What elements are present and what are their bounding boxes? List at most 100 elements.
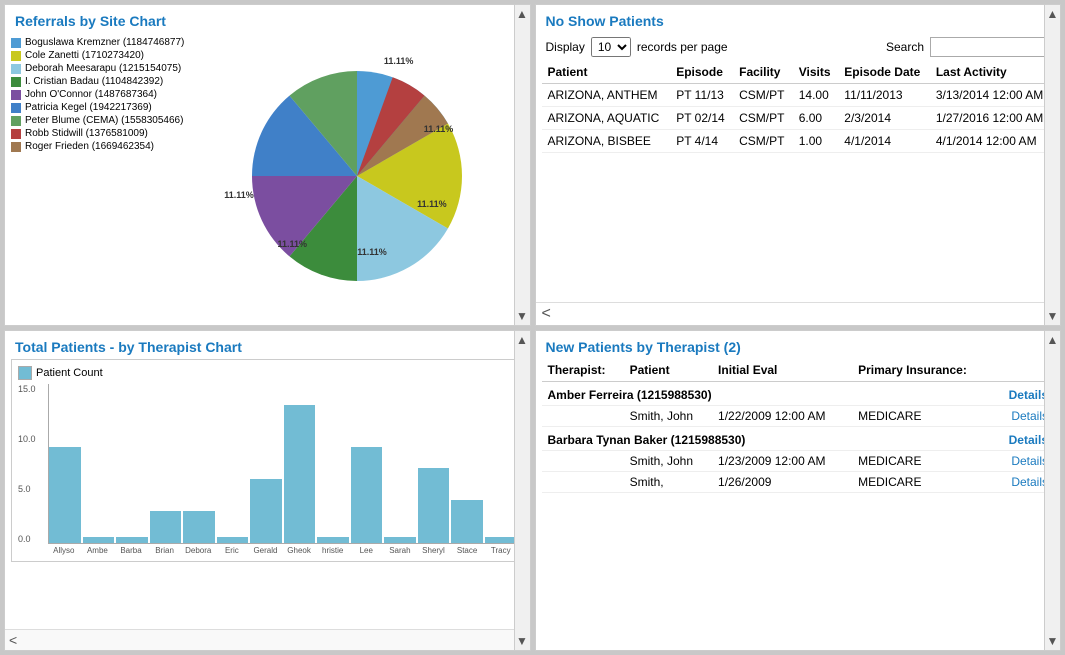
cell-patient: ARIZONA, ANTHEM: [542, 84, 671, 107]
pie-label-1: 11.11%: [384, 56, 414, 66]
cell-insurance: MEDICARE: [852, 405, 994, 426]
therapist-row: Barbara Tynan Baker (1215988530) Details: [542, 426, 1055, 450]
legend-color: [11, 103, 21, 113]
scroll-down-btn[interactable]: ▼: [516, 309, 528, 323]
x-label: Gheok: [283, 546, 315, 555]
patient-row: Smith, 1/26/2009 MEDICARE Details: [542, 471, 1055, 492]
search-input[interactable]: [930, 37, 1050, 57]
scroll-up-btn[interactable]: ▲: [1047, 333, 1059, 347]
search-label: Search: [886, 40, 924, 54]
cell-visits: 1.00: [793, 130, 839, 153]
cell-patient: ARIZONA, BISBEE: [542, 130, 671, 153]
no-show-controls: Display 10 25 50 records per page Search: [536, 33, 1061, 61]
new-patients-scroll[interactable]: Therapist: Patient Initial Eval Primary …: [536, 359, 1061, 651]
cell-insurance: MEDICARE: [852, 471, 994, 492]
x-label: Allyso: [48, 546, 80, 555]
cell-last-activity: 3/13/2014 12:00 AM: [930, 84, 1054, 107]
scroll-left-arrow[interactable]: <: [542, 305, 551, 323]
x-label: Debora: [182, 546, 214, 555]
bar: [250, 479, 282, 543]
main-container: Referrals by Site Chart Boguslawa Kremzn…: [0, 0, 1065, 655]
chart-scroll[interactable]: Patient Count 15.0 10.0 5.0 0.0: [5, 359, 530, 630]
pie-label-6: 11.11%: [224, 190, 254, 200]
no-show-scrollbar[interactable]: ▲ ▼: [1044, 5, 1060, 325]
col-initial-eval: Initial Eval: [712, 359, 852, 382]
therapist-row: Amber Ferreira (1215988530) Details: [542, 381, 1055, 405]
x-labels: AllysoAmbeBarbaBrianDeboraEricGeraldGheo…: [48, 546, 517, 555]
legend-label: I. Cristian Badau (1104842392): [25, 76, 163, 87]
bar: [317, 537, 349, 542]
x-label: Brian: [149, 546, 181, 555]
cell-visits: 14.00: [793, 84, 839, 107]
cell-initial-eval: 1/22/2009 12:00 AM: [712, 405, 852, 426]
pie-chart-wrapper: 11.11% 11.11% 11.11% 11.11% 11.11% 11.11…: [191, 33, 524, 319]
pie-label-3: 11.11%: [417, 199, 447, 209]
scroll-up-btn[interactable]: ▲: [1047, 7, 1059, 21]
therapist-name: Barbara Tynan Baker (1215988530): [542, 426, 853, 450]
referrals-scrollbar[interactable]: ▲ ▼: [514, 5, 530, 325]
details-cell: [852, 381, 994, 405]
legend-item: Roger Frieden (1669462354): [11, 141, 191, 152]
legend-item: Cole Zanetti (1710273420): [11, 50, 191, 61]
x-label: Eric: [216, 546, 248, 555]
no-show-table-scroll[interactable]: Patient Episode Facility Visits Episode …: [536, 61, 1061, 302]
cell-episode: PT 4/14: [670, 130, 733, 153]
pie-label-5: 11.11%: [277, 239, 307, 249]
scroll-down-btn[interactable]: ▼: [516, 634, 528, 648]
scroll-up-btn[interactable]: ▲: [516, 7, 528, 21]
bar: [150, 511, 182, 543]
scroll-left-arrow[interactable]: <: [9, 632, 17, 648]
display-select[interactable]: 10 25 50: [591, 37, 631, 57]
bar: [49, 447, 81, 542]
scroll-up-btn[interactable]: ▲: [516, 333, 528, 347]
new-patients-title: New Patients by Therapist (2): [536, 331, 1061, 359]
total-patients-panel: Total Patients - by Therapist Chart Pati…: [4, 330, 531, 652]
bottom-scrollbar[interactable]: < >: [5, 629, 530, 650]
x-label: Sarah: [384, 546, 416, 555]
cell-facility: CSM/PT: [733, 107, 793, 130]
legend-label: Robb Stidwill (1376581009): [25, 128, 148, 139]
x-label: Stace: [451, 546, 483, 555]
y-label-10: 10.0: [18, 434, 36, 444]
cell-therapist-empty: [542, 471, 624, 492]
no-show-panel: No Show Patients Display 10 25 50 record…: [535, 4, 1062, 326]
scroll-down-btn[interactable]: ▼: [1047, 634, 1059, 648]
bar: [485, 537, 517, 542]
cell-visits: 6.00: [793, 107, 839, 130]
cell-episode: PT 11/13: [670, 84, 733, 107]
cell-initial-eval: 1/26/2009: [712, 471, 852, 492]
legend-item: I. Cristian Badau (1104842392): [11, 76, 191, 87]
legend-item: Boguslawa Kremzner (1184746877): [11, 37, 191, 48]
y-axis-labels: 15.0 10.0 5.0 0.0: [18, 384, 36, 544]
total-patients-scrollbar[interactable]: ▲ ▼: [514, 331, 530, 651]
legend-item: Deborah Meesarapu (1215154075): [11, 63, 191, 74]
legend-color: [11, 116, 21, 126]
pie-label-4: 11.11%: [357, 247, 387, 257]
x-label: hristie: [317, 546, 349, 555]
legend-label: Roger Frieden (1669462354): [25, 141, 154, 152]
x-label: Tracy: [485, 546, 517, 555]
new-patients-scrollbar[interactable]: ▲ ▼: [1044, 331, 1060, 651]
legend-item: John O'Connor (1487687364): [11, 89, 191, 100]
new-patients-panel: New Patients by Therapist (2) Therapist:…: [535, 330, 1062, 652]
no-show-scroll-indicator[interactable]: < >: [536, 302, 1061, 325]
patient-row: Smith, John 1/22/2009 12:00 AM MEDICARE …: [542, 405, 1055, 426]
chart-legend-box: Patient Count: [18, 366, 517, 380]
cell-last-activity: 1/27/2016 12:00 AM: [930, 107, 1054, 130]
col-facility: Facility: [733, 61, 793, 84]
col-last-activity: Last Activity: [930, 61, 1054, 84]
y-label-5: 5.0: [18, 484, 36, 494]
bar: [418, 468, 450, 542]
bar-chart-wrapper: Patient Count 15.0 10.0 5.0 0.0: [11, 359, 524, 562]
bar: [384, 537, 416, 542]
bar-chart-area: [48, 384, 517, 544]
x-label: Ambe: [82, 546, 114, 555]
cell-initial-eval: 1/23/2009 12:00 AM: [712, 450, 852, 471]
bar: [83, 537, 115, 542]
referrals-content: Boguslawa Kremzner (1184746877) Cole Zane…: [5, 33, 530, 325]
col-episode: Episode: [670, 61, 733, 84]
col-patient: Patient: [624, 359, 712, 382]
legend-label: Boguslawa Kremzner (1184746877): [25, 37, 184, 48]
scroll-down-btn[interactable]: ▼: [1047, 309, 1059, 323]
legend-item: Peter Blume (CEMA) (1558305466): [11, 115, 191, 126]
